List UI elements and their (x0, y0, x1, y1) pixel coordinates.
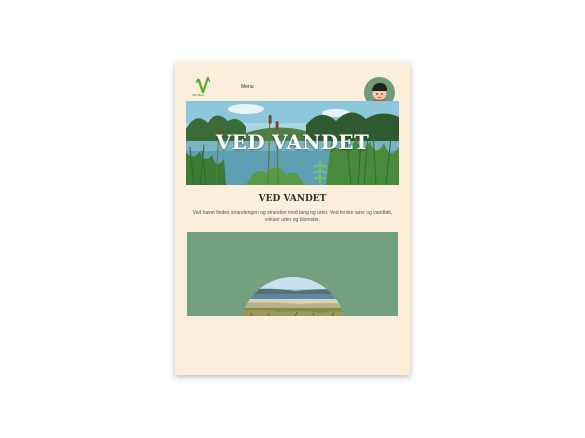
beach-photo (240, 277, 346, 316)
photo-card[interactable] (187, 232, 398, 316)
section-heading: VED VANDET (258, 194, 327, 204)
app-frame: Vild Mad Menu VED VANDET VED VANDET Ved … (175, 62, 410, 375)
logo-text: Vild Mad (192, 93, 204, 97)
menu-link[interactable]: Menu (241, 84, 254, 90)
beach-scene-image (240, 277, 346, 316)
hero-banner: VED VANDET (186, 101, 399, 185)
leaf-v-logo-icon: Vild Mad (192, 76, 210, 97)
section-description: Ved havet findes strandengen og stranden… (192, 210, 393, 223)
vild-mad-logo[interactable]: Vild Mad (192, 75, 216, 97)
hero-title: VED VANDET (215, 130, 370, 154)
